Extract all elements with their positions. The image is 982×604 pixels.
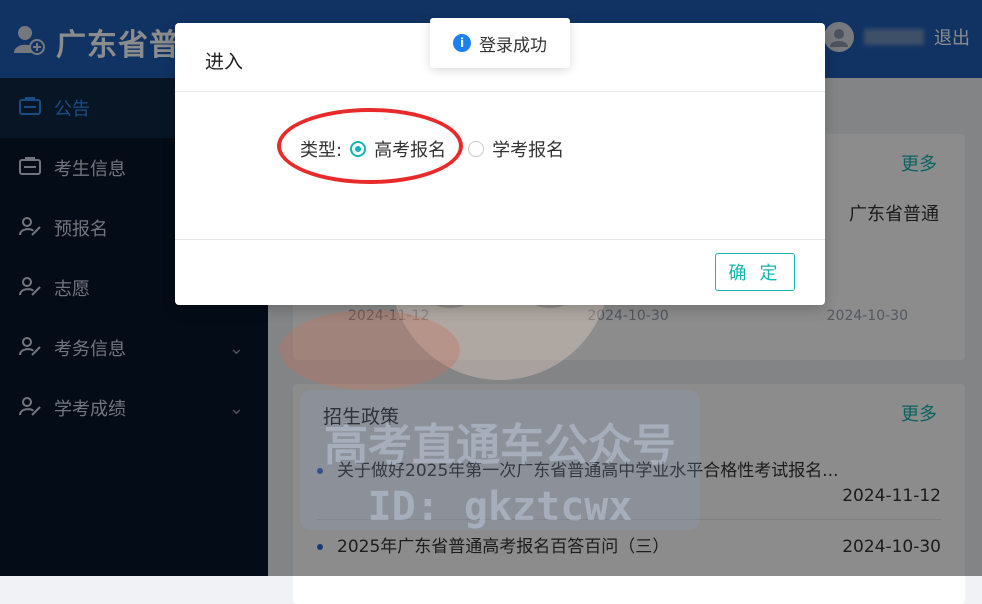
annotation-ellipse bbox=[277, 108, 463, 184]
svg-text:高考直通车公众号: 高考直通车公众号 bbox=[324, 420, 676, 471]
svg-text:ID: gkztcwx: ID: gkztcwx bbox=[368, 484, 633, 530]
toast-text: 登录成功 bbox=[479, 35, 547, 56]
dialog-title: 进入 bbox=[205, 51, 244, 73]
toast-message: i 登录成功 bbox=[430, 18, 570, 68]
radio-label[interactable]: 学考报名 bbox=[492, 136, 564, 162]
radio-xuekao-registration[interactable] bbox=[468, 141, 485, 157]
confirm-button[interactable]: 确 定 bbox=[715, 253, 795, 291]
divider bbox=[175, 239, 825, 240]
divider bbox=[175, 91, 825, 92]
info-icon: i bbox=[453, 34, 471, 52]
